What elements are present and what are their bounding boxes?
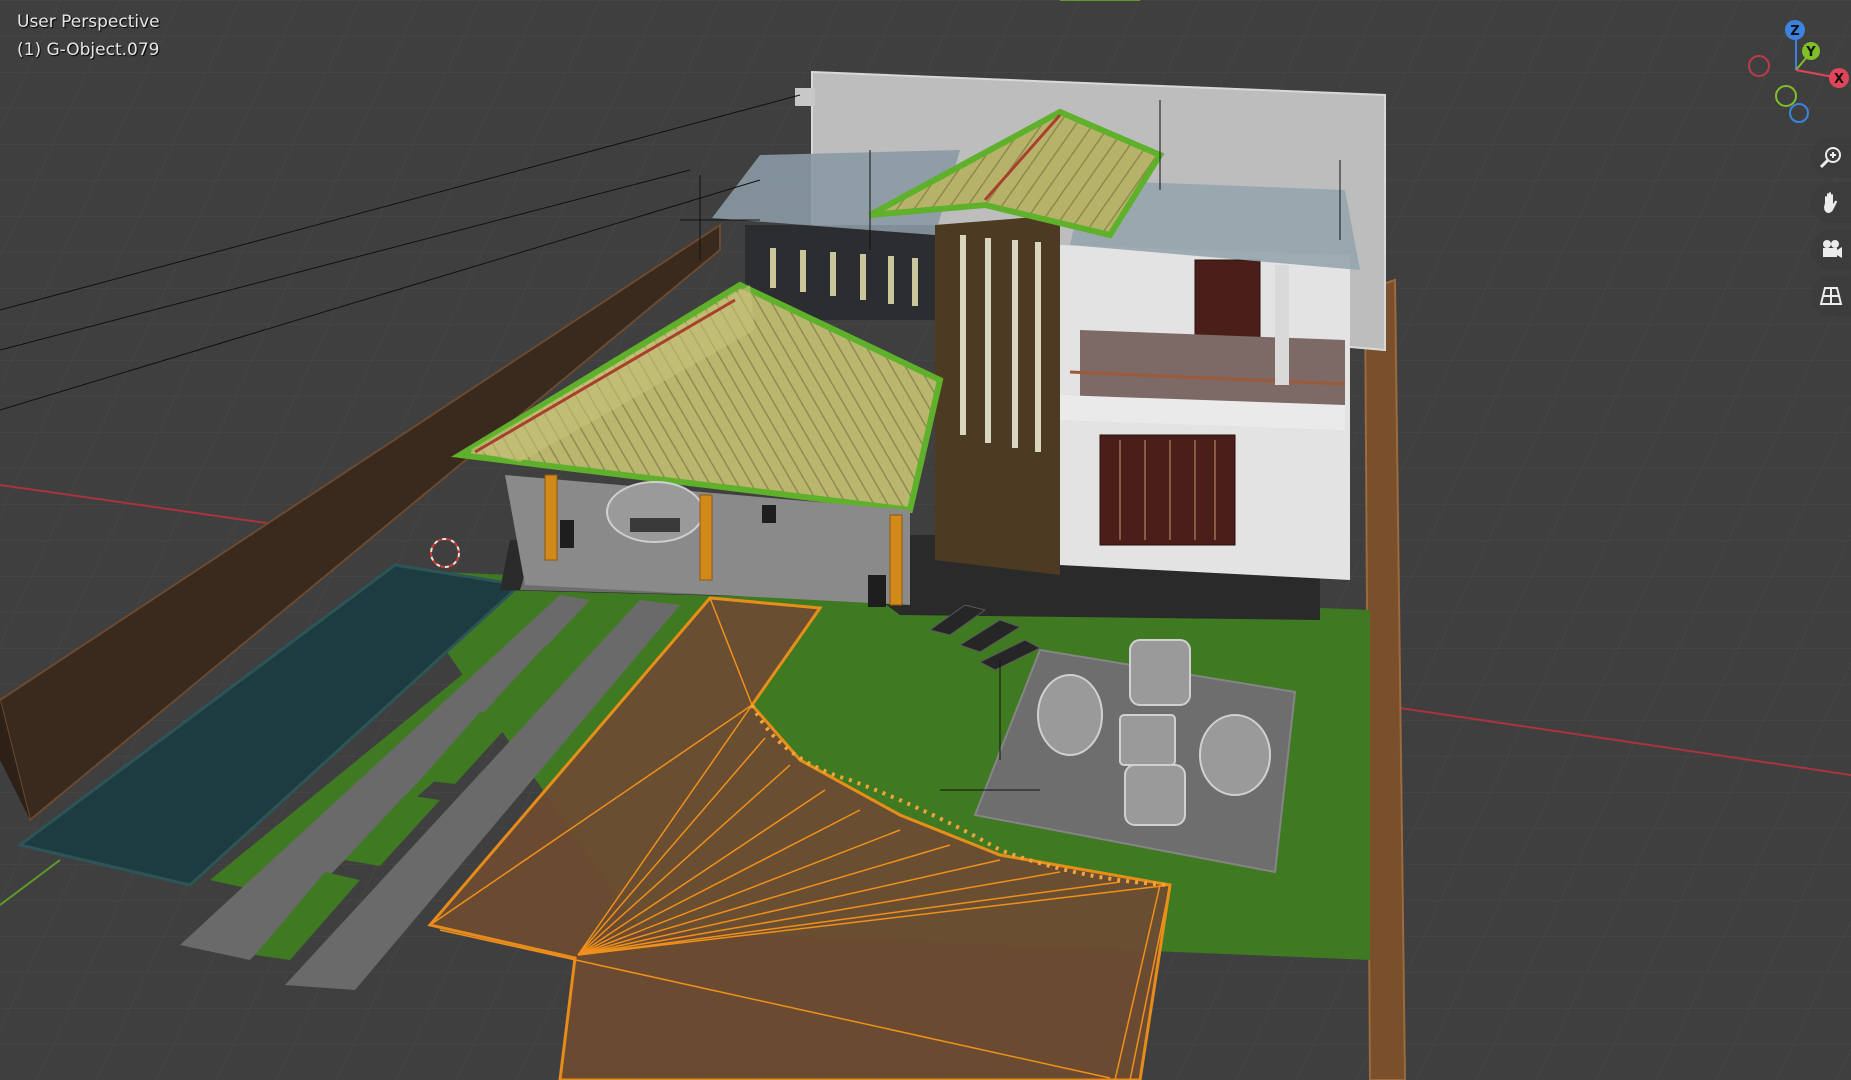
chair [1129,639,1191,706]
scene-render [0,0,1851,1080]
hand-icon [1824,192,1837,213]
y-axis-label: Y [1805,45,1816,60]
active-object-label: (1) G-Object.079 [17,40,160,60]
x-axis-label: X [1834,72,1844,87]
z-axis-label: Z [1790,24,1799,39]
neg-x-handle[interactable] [1748,55,1770,77]
neg-z-handle[interactable] [1789,103,1809,123]
zoom-button[interactable] [1811,137,1851,177]
camera-view-button[interactable] [1811,230,1851,270]
orthographic-toggle-button[interactable] [1811,276,1851,316]
center-tower [935,215,1060,575]
car [606,481,704,543]
view-name: User Perspective [17,12,160,32]
navigation-gizmo[interactable]: Z Y X [1731,10,1851,135]
camera-icon [1823,240,1842,258]
pillar [544,474,558,561]
neg-y-handle[interactable] [1775,85,1797,107]
3d-viewport[interactable]: User Perspective (1) G-Object.079 Z Y X [0,0,1851,1080]
pan-button[interactable] [1811,183,1851,223]
grid-icon [1819,287,1843,305]
zoom-icon [1819,147,1841,169]
